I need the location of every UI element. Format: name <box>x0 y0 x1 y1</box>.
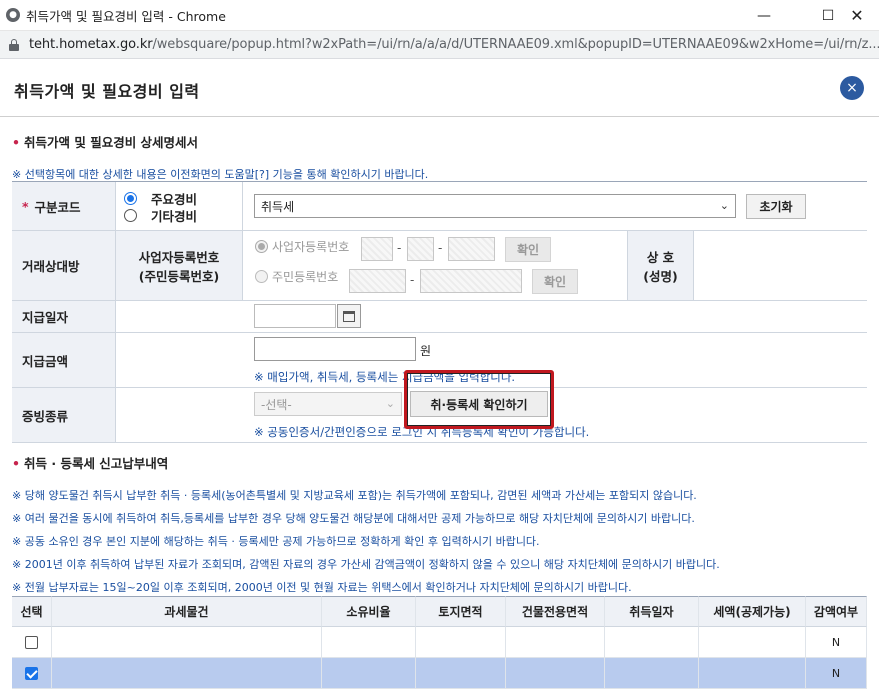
tax-notice-5: ※ 전월 납부자료는 15일~20일 이후 조회되며, 2000년 이전 및 현… <box>12 581 632 594</box>
row-pay-date: 지급일자 <box>12 301 867 333</box>
table-row[interactable]: N <box>12 658 867 689</box>
biz-number-part2[interactable] <box>407 237 434 261</box>
pay-date-label: 지급일자 <box>12 301 116 332</box>
company-name-label: 상 호 (성명) <box>627 231 694 300</box>
section-title-tax-history: • 취득 · 등록세 신고납부내역 <box>12 456 169 471</box>
pay-amount-input[interactable] <box>254 337 416 361</box>
pay-amount-label: 지급금액 <box>12 333 116 387</box>
row-counterparty: 거래상대방 사업자등록번호 (주민등록번호) 사업자등록번호 - - 확인 주민등… <box>12 231 867 301</box>
counterparty-label: 거래상대방 <box>12 231 116 300</box>
col-acquisition-date[interactable]: 취득일자 <box>605 596 699 627</box>
section-title-details: • 취득가액 및 필요경비 상세명세서 <box>12 135 199 150</box>
radio-button[interactable] <box>124 209 137 222</box>
pay-date-input[interactable] <box>254 304 336 328</box>
chevron-down-icon: ⌄ <box>385 397 395 410</box>
calendar-icon <box>343 310 355 322</box>
biz-confirm-button[interactable]: 확인 <box>505 237 551 262</box>
radio-other-expense[interactable]: 기타경비 <box>124 206 197 225</box>
tax-notice-1: ※ 당해 양도물건 취득시 납부한 취득 · 등록세(농어촌특별세 및 지방교육… <box>12 489 697 502</box>
biz-number-label: 사업자등록번호 (주민등록번호) <box>116 231 243 300</box>
section-notice: ※ 선택항목에 대한 상세한 내용은 이전화면의 도움말[?] 기능을 통해 확… <box>12 168 429 181</box>
calendar-button[interactable] <box>337 304 361 328</box>
popup-close-button[interactable]: × <box>840 76 864 100</box>
window-title: 취득가액 및 필요경비 입력 - Chrome <box>26 8 226 24</box>
minimize-button[interactable]: — <box>741 0 787 31</box>
col-reduced[interactable]: 감액여부 <box>806 596 867 627</box>
code-label: * 구분코드 <box>12 182 116 230</box>
close-icon: × <box>846 80 858 96</box>
col-select[interactable]: 선택 <box>12 596 52 627</box>
col-ownership[interactable]: 소유비율 <box>322 596 416 627</box>
resident-confirm-button[interactable]: 확인 <box>532 269 578 294</box>
tax-notice-3: ※ 공동 소유인 경우 본인 지분에 해당하는 취득 · 등록세만 공제 가능하… <box>12 535 540 548</box>
col-land-area[interactable]: 토지면적 <box>416 596 506 627</box>
form-table: * 구분코드 주요경비 기타경비 취득세 ⌄ 초기화 거래상대방 사업자등록번호 (주… <box>12 181 867 443</box>
reset-button[interactable]: 초기화 <box>746 194 806 219</box>
tax-notice-4: ※ 2001년 이후 취득하여 납부된 자료가 조회되며, 감액된 자료의 경우… <box>12 558 720 571</box>
row-checkbox[interactable] <box>25 666 38 680</box>
won-unit: 원 <box>420 344 432 358</box>
table-row[interactable]: N <box>12 627 867 658</box>
reduced-cell: N <box>806 627 867 658</box>
chevron-down-icon: ⌄ <box>719 199 729 212</box>
expense-type-select[interactable]: 취득세 ⌄ <box>254 194 736 218</box>
highlight-box <box>404 370 554 429</box>
radio-biz-number[interactable]: 사업자등록번호 <box>255 238 349 255</box>
proof-type-select[interactable]: -선택- ⌄ <box>254 392 402 416</box>
proof-type-label: 증빙종류 <box>12 388 116 442</box>
col-tax-amount[interactable]: 세액(공제가능) <box>699 596 806 627</box>
resident-number-part2[interactable] <box>420 269 522 293</box>
resident-number-part1[interactable] <box>349 269 406 293</box>
row-code: * 구분코드 주요경비 기타경비 취득세 ⌄ 초기화 <box>12 182 867 231</box>
col-taxable-item[interactable]: 과세물건 <box>52 596 322 627</box>
radio-resident-number[interactable]: 주민등록번호 <box>255 268 338 285</box>
reduced-cell: N <box>806 658 867 689</box>
radio-button[interactable] <box>124 192 137 205</box>
row-checkbox[interactable] <box>25 635 38 649</box>
window-close-button[interactable]: ✕ <box>834 0 879 31</box>
address-bar[interactable]: teht.hometax.go.kr/websquare/popup.html?… <box>0 31 879 59</box>
lock-icon <box>9 38 19 51</box>
biz-number-part1[interactable] <box>361 237 393 261</box>
tax-notice-2: ※ 여러 물건을 동시에 취득하여 취득,등록세를 납부한 경우 당해 양도물건… <box>12 512 695 525</box>
url-text[interactable]: teht.hometax.go.kr/websquare/popup.html?… <box>29 37 879 52</box>
col-building-area[interactable]: 건물전용면적 <box>506 596 605 627</box>
biz-number-part3[interactable] <box>448 237 495 261</box>
globe-icon: ● <box>6 8 20 22</box>
popup-title: 취득가액 및 필요경비 입력 <box>14 82 200 101</box>
header-divider <box>0 116 879 117</box>
